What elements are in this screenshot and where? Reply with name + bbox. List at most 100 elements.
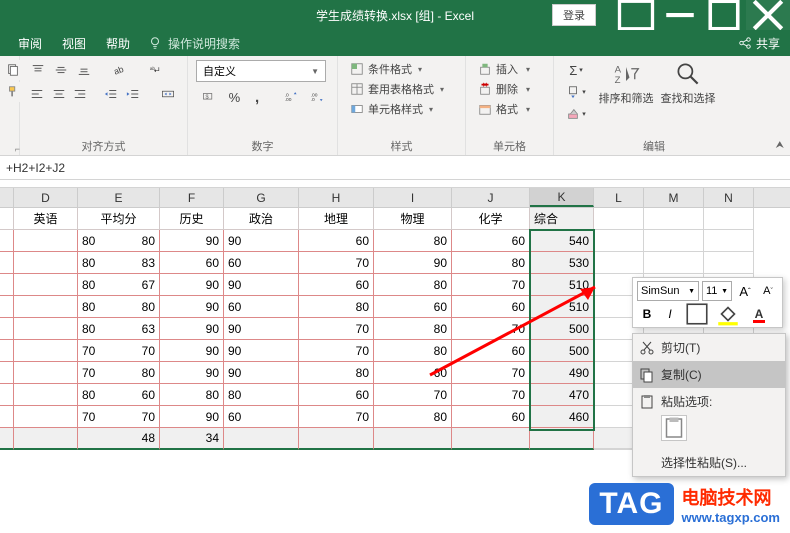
orientation-button[interactable]: ab — [108, 60, 128, 80]
col-header-N[interactable]: N — [704, 188, 754, 207]
cell[interactable]: 90 — [224, 274, 299, 296]
ctx-cut[interactable]: 剪切(T) — [633, 334, 785, 361]
cell[interactable] — [0, 318, 14, 340]
cell[interactable]: 90 — [160, 296, 224, 318]
cell[interactable]: 60 — [299, 384, 374, 406]
cell[interactable] — [0, 230, 14, 252]
cell[interactable]: 48 — [78, 428, 160, 450]
cell[interactable] — [594, 252, 644, 274]
cell[interactable]: 60 — [224, 406, 299, 428]
col-header-I[interactable]: I — [374, 188, 452, 207]
cell[interactable] — [374, 428, 452, 450]
col-header-blank[interactable] — [0, 188, 14, 207]
cell[interactable] — [0, 340, 14, 362]
cell[interactable]: 60 — [224, 252, 299, 274]
align-center-button[interactable] — [49, 84, 67, 104]
tab-view[interactable]: 视图 — [52, 31, 96, 56]
cell[interactable] — [14, 428, 78, 450]
cell[interactable] — [704, 252, 754, 274]
cell[interactable]: 60 — [160, 252, 224, 274]
dialog-launcher-icon[interactable]: ⌐ — [15, 144, 20, 154]
cell[interactable]: 90 — [160, 362, 224, 384]
cell[interactable]: 470 — [530, 384, 594, 406]
cell[interactable]: 90 — [160, 340, 224, 362]
cell[interactable]: 90 — [224, 230, 299, 252]
conditional-format-button[interactable]: 条件格式▾ — [346, 60, 457, 78]
cell[interactable]: 460 — [530, 406, 594, 428]
autosum-button[interactable]: Σ▾ — [562, 60, 590, 80]
cell[interactable]: 80 — [374, 230, 452, 252]
ctx-paste-special[interactable]: 选择性粘贴(S)... — [633, 449, 785, 476]
find-select-button[interactable]: 查找和选择 — [660, 60, 716, 106]
cell[interactable]: 80 — [224, 384, 299, 406]
cell[interactable]: 90 — [160, 318, 224, 340]
cell[interactable]: 70 — [299, 406, 374, 428]
share-button[interactable]: 共享 — [738, 35, 780, 52]
increase-indent-button[interactable] — [124, 84, 142, 104]
decrease-indent-button[interactable] — [102, 84, 120, 104]
align-bottom-button[interactable] — [74, 60, 94, 80]
cell[interactable]: 8083 — [78, 252, 160, 274]
cell[interactable] — [0, 296, 14, 318]
cell[interactable]: 90 — [160, 274, 224, 296]
hdr-english[interactable]: 英语 — [14, 208, 78, 230]
cell[interactable] — [14, 252, 78, 274]
percent-button[interactable]: % — [225, 87, 245, 107]
fill-button[interactable]: ▾ — [562, 82, 590, 102]
hdr-chemistry[interactable]: 化学 — [452, 208, 530, 230]
cell[interactable] — [14, 318, 78, 340]
cell[interactable]: 80 — [374, 406, 452, 428]
cell[interactable] — [14, 340, 78, 362]
col-header-E[interactable]: E — [78, 188, 160, 207]
cell[interactable]: 90 — [224, 362, 299, 384]
fill-color-button[interactable] — [714, 304, 742, 324]
increase-decimal-button[interactable]: .0.00 — [279, 87, 303, 107]
hdr-average[interactable]: 平均分 — [78, 208, 160, 230]
cell[interactable]: 70 — [452, 384, 530, 406]
tab-help[interactable]: 帮助 — [96, 31, 140, 56]
cell[interactable]: 60 — [299, 274, 374, 296]
align-top-button[interactable] — [28, 60, 48, 80]
hdr-total[interactable]: 综合 — [530, 208, 594, 230]
cell[interactable]: 90 — [160, 406, 224, 428]
hdr-physics[interactable]: 物理 — [374, 208, 452, 230]
wrap-text-button[interactable]: ab — [144, 60, 168, 80]
cell[interactable] — [0, 274, 14, 296]
cell[interactable]: 90 — [224, 318, 299, 340]
clear-button[interactable]: ▾ — [562, 104, 590, 124]
italic-button[interactable]: I — [660, 304, 680, 324]
cell[interactable]: 7080 — [78, 362, 160, 384]
maximize-icon[interactable] — [702, 0, 746, 30]
tell-me-search[interactable]: 操作说明搜索 — [148, 35, 240, 52]
cell[interactable] — [452, 428, 530, 450]
cell[interactable]: 90 — [374, 252, 452, 274]
align-middle-button[interactable] — [51, 60, 71, 80]
cell[interactable]: 80 — [299, 362, 374, 384]
cell[interactable]: 70 — [299, 318, 374, 340]
cell[interactable] — [704, 230, 754, 252]
paste-option-button[interactable] — [661, 415, 687, 441]
cell[interactable] — [644, 252, 704, 274]
ctx-copy[interactable]: 复制(C) — [633, 361, 785, 388]
cell[interactable]: 70 — [374, 384, 452, 406]
cell[interactable] — [594, 230, 644, 252]
close-icon[interactable] — [746, 0, 790, 30]
cell[interactable]: 7070 — [78, 406, 160, 428]
cell[interactable] — [14, 406, 78, 428]
minimize-icon[interactable] — [658, 0, 702, 30]
cell[interactable] — [0, 428, 14, 450]
align-left-button[interactable] — [28, 84, 46, 104]
cell[interactable]: 80 — [452, 252, 530, 274]
col-header-J[interactable]: J — [452, 188, 530, 207]
format-as-table-button[interactable]: 套用表格格式▾ — [346, 80, 457, 98]
cell[interactable]: 90 — [160, 230, 224, 252]
insert-cells-button[interactable]: 插入▾ — [474, 60, 545, 78]
cell[interactable] — [299, 428, 374, 450]
tab-review[interactable]: 审阅 — [8, 31, 52, 56]
cell[interactable] — [0, 252, 14, 274]
bold-button[interactable]: B — [637, 304, 657, 324]
font-color-button[interactable]: A — [745, 304, 773, 324]
cell-styles-button[interactable]: 单元格样式▾ — [346, 100, 457, 118]
cell[interactable]: 60 — [224, 296, 299, 318]
cell[interactable]: 8063 — [78, 318, 160, 340]
